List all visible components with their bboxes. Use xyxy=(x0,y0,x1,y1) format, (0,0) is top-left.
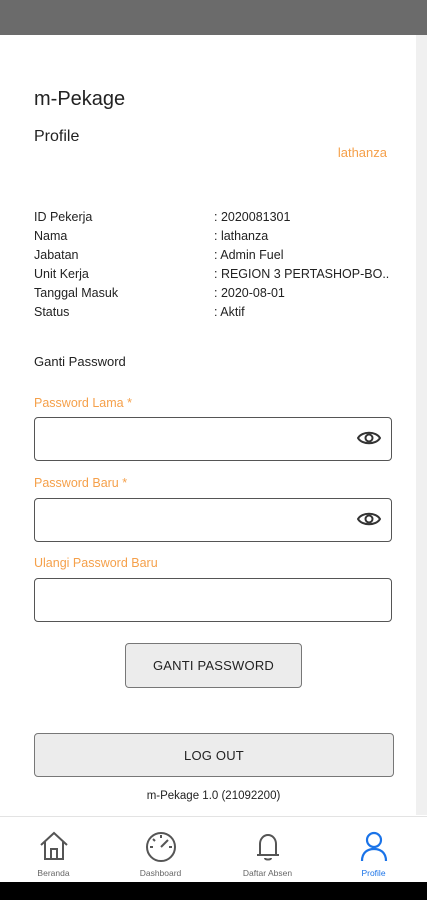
old-password-label: Password Lama * xyxy=(34,396,132,410)
section-title: Profile xyxy=(34,128,80,145)
nav-label: Daftar Absen xyxy=(242,868,293,878)
info-value: : REGION 3 PERTASHOP-BO.. xyxy=(214,266,390,281)
nav-item-daftar-absen[interactable]: Daftar Absen xyxy=(214,817,321,883)
eye-icon[interactable] xyxy=(357,510,381,528)
info-row-unit-kerja: Unit Kerja : REGION 3 PERTASHOP-BO.. xyxy=(34,264,394,283)
system-navigation-bar xyxy=(0,882,427,900)
info-label: ID Pekerja xyxy=(34,209,93,224)
old-password-input[interactable] xyxy=(45,426,349,454)
home-icon xyxy=(39,831,68,860)
info-value: : Admin Fuel xyxy=(214,247,284,262)
scroll-edge xyxy=(416,35,427,815)
info-label: Unit Kerja xyxy=(34,266,89,281)
repeat-password-field[interactable] xyxy=(34,578,392,622)
new-password-input[interactable] xyxy=(45,507,349,535)
person-icon xyxy=(360,831,387,862)
speedometer-icon xyxy=(145,832,176,862)
info-row-tanggal-masuk: Tanggal Masuk : 2020-08-01 xyxy=(34,283,394,302)
eye-icon[interactable] xyxy=(357,429,381,447)
status-bar xyxy=(0,0,427,35)
bottom-navigation: Beranda Dashboard Daftar Absen Profile xyxy=(0,816,427,883)
info-label: Status xyxy=(34,304,70,319)
app-version: m-Pekage 1.0 (21092200) xyxy=(146,790,281,802)
change-password-title: Ganti Password xyxy=(34,354,126,369)
app-title: m-Pekage xyxy=(34,88,126,110)
nav-item-beranda[interactable]: Beranda xyxy=(0,817,107,883)
info-row-jabatan: Jabatan : Admin Fuel xyxy=(34,245,394,264)
profile-info: ID Pekerja : 2020081301 Nama : lathanza … xyxy=(34,207,394,321)
info-value: : Aktif xyxy=(214,304,245,319)
bell-icon xyxy=(256,833,279,861)
info-label: Nama xyxy=(34,228,68,243)
info-value: : 2020081301 xyxy=(214,209,291,224)
nav-label: Beranda xyxy=(37,868,70,878)
info-value: : lathanza xyxy=(214,228,269,243)
new-password-label: Password Baru * xyxy=(34,476,128,490)
info-label: Tanggal Masuk xyxy=(34,285,119,300)
nav-label: Profile xyxy=(361,868,386,878)
new-password-field[interactable] xyxy=(34,498,392,542)
logout-button[interactable]: LOG OUT xyxy=(34,733,394,777)
repeat-password-label: Ulangi Password Baru xyxy=(34,556,158,570)
username: lathanza xyxy=(337,145,387,160)
info-label: Jabatan xyxy=(34,247,79,262)
old-password-field[interactable] xyxy=(34,417,392,461)
info-row-status: Status : Aktif xyxy=(34,302,394,321)
nav-item-dashboard[interactable]: Dashboard xyxy=(107,817,214,883)
repeat-password-input[interactable] xyxy=(45,587,349,615)
nav-label: Dashboard xyxy=(139,868,182,878)
info-value: : 2020-08-01 xyxy=(214,285,285,300)
info-row-nama: Nama : lathanza xyxy=(34,226,394,245)
info-row-id: ID Pekerja : 2020081301 xyxy=(34,207,394,226)
change-password-button[interactable]: GANTI PASSWORD xyxy=(125,643,302,688)
nav-item-profile[interactable]: Profile xyxy=(320,817,427,883)
